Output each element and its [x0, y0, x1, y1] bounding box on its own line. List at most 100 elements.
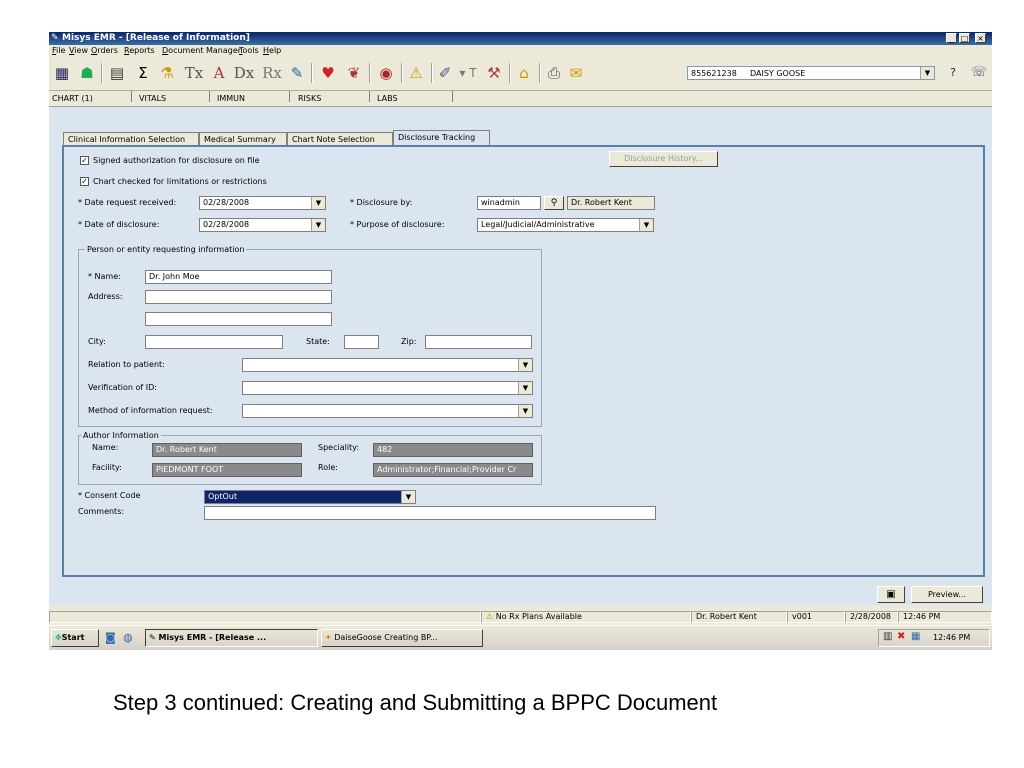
warning-icon[interactable]: ⚠	[405, 63, 427, 83]
author-name-label: Name:	[92, 443, 119, 452]
diagnosis-icon[interactable]: Dx	[231, 63, 257, 83]
lock-icon[interactable]: ⌂	[513, 63, 535, 83]
address-line1-input[interactable]	[145, 290, 332, 304]
toolbar: ▦ ☗ ▤ Σ ⚗ Tx A Dx Rx ✎ ♥ ❦ ◉ ⚠ ✐ ▾ T ⚒ ⌂…	[49, 57, 992, 91]
tab-chart[interactable]: CHART (1)	[52, 91, 93, 106]
toolbar-separator	[101, 63, 103, 83]
toolbar-separator	[539, 63, 541, 83]
flask-icon[interactable]: ⚗	[157, 63, 177, 83]
browser-icon[interactable]: ◍	[123, 631, 133, 644]
menu-document-manager[interactable]: Document Manager	[162, 45, 241, 57]
desktop-icon[interactable]: ◙	[105, 631, 116, 644]
sigma-icon[interactable]: Σ	[133, 63, 153, 83]
chevron-down-icon[interactable]: ▼	[518, 382, 532, 394]
folder-icon[interactable]: ✉	[565, 63, 587, 83]
address-line2-input[interactable]	[145, 312, 332, 326]
relation-select[interactable]: ▼	[242, 358, 533, 372]
status-rx: ⚠ No Rx Plans Available	[481, 611, 691, 623]
vitals-icon[interactable]: ♥	[317, 63, 339, 83]
chat-icon[interactable]: ☏	[969, 63, 989, 83]
comments-input[interactable]	[204, 506, 656, 520]
purpose-select[interactable]: Legal/Judicial/Administrative ▼	[477, 218, 654, 232]
disclosure-by-input[interactable]: winadmin	[477, 196, 541, 210]
edit-icon[interactable]: ✎	[287, 63, 307, 83]
prescription-icon[interactable]: Rx	[259, 63, 285, 83]
author-information-group: Author Information Name: Dr. Robert Kent…	[78, 430, 542, 485]
method-select[interactable]: ▼	[242, 404, 533, 418]
date-disclosure-field[interactable]: 02/28/2008 ▼	[199, 218, 326, 232]
chevron-down-icon[interactable]: ▼	[639, 219, 653, 231]
lungs-icon[interactable]: ❦	[343, 63, 365, 83]
chevron-down-icon[interactable]: ▼	[311, 197, 325, 209]
name-input[interactable]: Dr. John Moe	[145, 270, 332, 284]
warning-icon: ⚠	[486, 612, 494, 621]
tray-icon-1[interactable]: ▥	[883, 631, 892, 642]
patient-selector[interactable]: 855621238 DAISY GOOSE ▼	[687, 66, 935, 80]
chart-checked-checkbox[interactable]: ✓	[80, 177, 89, 186]
chart-tabs: CHART (1) VITALS IMMUN RISKS LABS	[49, 91, 992, 107]
chevron-down-icon[interactable]: ▼	[518, 405, 532, 417]
tools-icon[interactable]: ⚒	[483, 63, 505, 83]
treatment-icon[interactable]: Tx	[181, 63, 207, 83]
start-button[interactable]: ✥Start	[51, 629, 99, 647]
document-icon[interactable]: ▤	[107, 63, 127, 83]
print-icon[interactable]: ⎙	[543, 63, 565, 83]
menu-reports[interactable]: Reports	[124, 45, 155, 57]
text-dropdown-icon[interactable]: ▾ T	[455, 63, 481, 83]
preview-button[interactable]: Preview...	[911, 586, 983, 603]
tab-labs[interactable]: LABS	[377, 91, 398, 106]
state-input[interactable]	[344, 335, 379, 349]
save-icon[interactable]: ▣	[877, 586, 905, 603]
zip-input[interactable]	[425, 335, 532, 349]
maximize-button[interactable]: □	[959, 33, 970, 43]
facility-label: Facility:	[92, 463, 122, 472]
chevron-down-icon[interactable]: ▼	[401, 491, 415, 503]
disclosure-history-button[interactable]: Disclosure History...	[609, 151, 718, 167]
tab-immun[interactable]: IMMUN	[217, 91, 245, 106]
tray-icon-2[interactable]: ✖	[897, 631, 905, 642]
search-icon[interactable]: ⚲	[544, 196, 564, 210]
tab-disclosure-tracking[interactable]: Disclosure Tracking	[393, 130, 490, 146]
menu-tools[interactable]: Tools	[239, 45, 259, 57]
menu-help[interactable]: Help	[263, 45, 281, 57]
chevron-down-icon[interactable]: ▼	[311, 219, 325, 231]
menu-orders[interactable]: Orders	[91, 45, 118, 57]
close-button[interactable]: ×	[975, 33, 986, 43]
author-name-value: Dr. Robert Kent	[152, 443, 302, 457]
date-request-field[interactable]: 02/28/2008 ▼	[199, 196, 326, 210]
status-date: 2/28/2008	[845, 611, 898, 623]
syringe-icon[interactable]: ✐	[435, 63, 455, 83]
purpose-label: * Purpose of disclosure:	[350, 220, 445, 229]
chevron-down-icon[interactable]: ▼	[920, 67, 934, 79]
tab-medical-summary[interactable]: Medical Summary	[199, 132, 287, 145]
toolbar-separator	[509, 63, 511, 83]
tab-separator	[452, 91, 453, 102]
relation-label: Relation to patient:	[88, 360, 165, 369]
schedule-icon[interactable]: ▦	[52, 63, 72, 83]
task-daisegoose[interactable]: ✦ DaiseGoose Creating BP...	[321, 629, 483, 647]
tab-vitals[interactable]: VITALS	[139, 91, 166, 106]
tab-risks[interactable]: RISKS	[298, 91, 321, 106]
disclosure-by-label: * Disclosure by:	[350, 198, 413, 207]
users-icon[interactable]: ☗	[77, 63, 97, 83]
help-pointer-icon[interactable]: ?	[941, 63, 965, 83]
status-bar: ⚠ No Rx Plans Available Dr. Robert Kent …	[49, 610, 992, 624]
scan-icon[interactable]: ◉	[375, 63, 397, 83]
minimize-button[interactable]: _	[946, 33, 957, 43]
tray-icon-3[interactable]: ▦	[911, 631, 920, 642]
consent-code-select[interactable]: OptOut ▼	[204, 490, 416, 504]
task-misys-emr[interactable]: ✎ Misys EMR - [Release ...	[145, 629, 318, 647]
tab-chart-note-selection[interactable]: Chart Note Selection	[287, 132, 393, 145]
menu-view[interactable]: View	[69, 45, 88, 57]
verification-select[interactable]: ▼	[242, 381, 533, 395]
menu-file[interactable]: File	[52, 45, 65, 57]
city-input[interactable]	[145, 335, 283, 349]
signed-authorization-checkbox[interactable]: ✓	[80, 156, 89, 165]
tab-clinical-information[interactable]: Clinical Information Selection	[63, 132, 199, 145]
author-group-title: Author Information	[81, 430, 161, 441]
speciality-value: 482	[373, 443, 533, 457]
speciality-label: Speciality:	[318, 443, 360, 452]
task-misys-label: Misys EMR - [Release ...	[158, 633, 267, 642]
chevron-down-icon[interactable]: ▼	[518, 359, 532, 371]
allergy-icon[interactable]: A	[209, 63, 229, 83]
